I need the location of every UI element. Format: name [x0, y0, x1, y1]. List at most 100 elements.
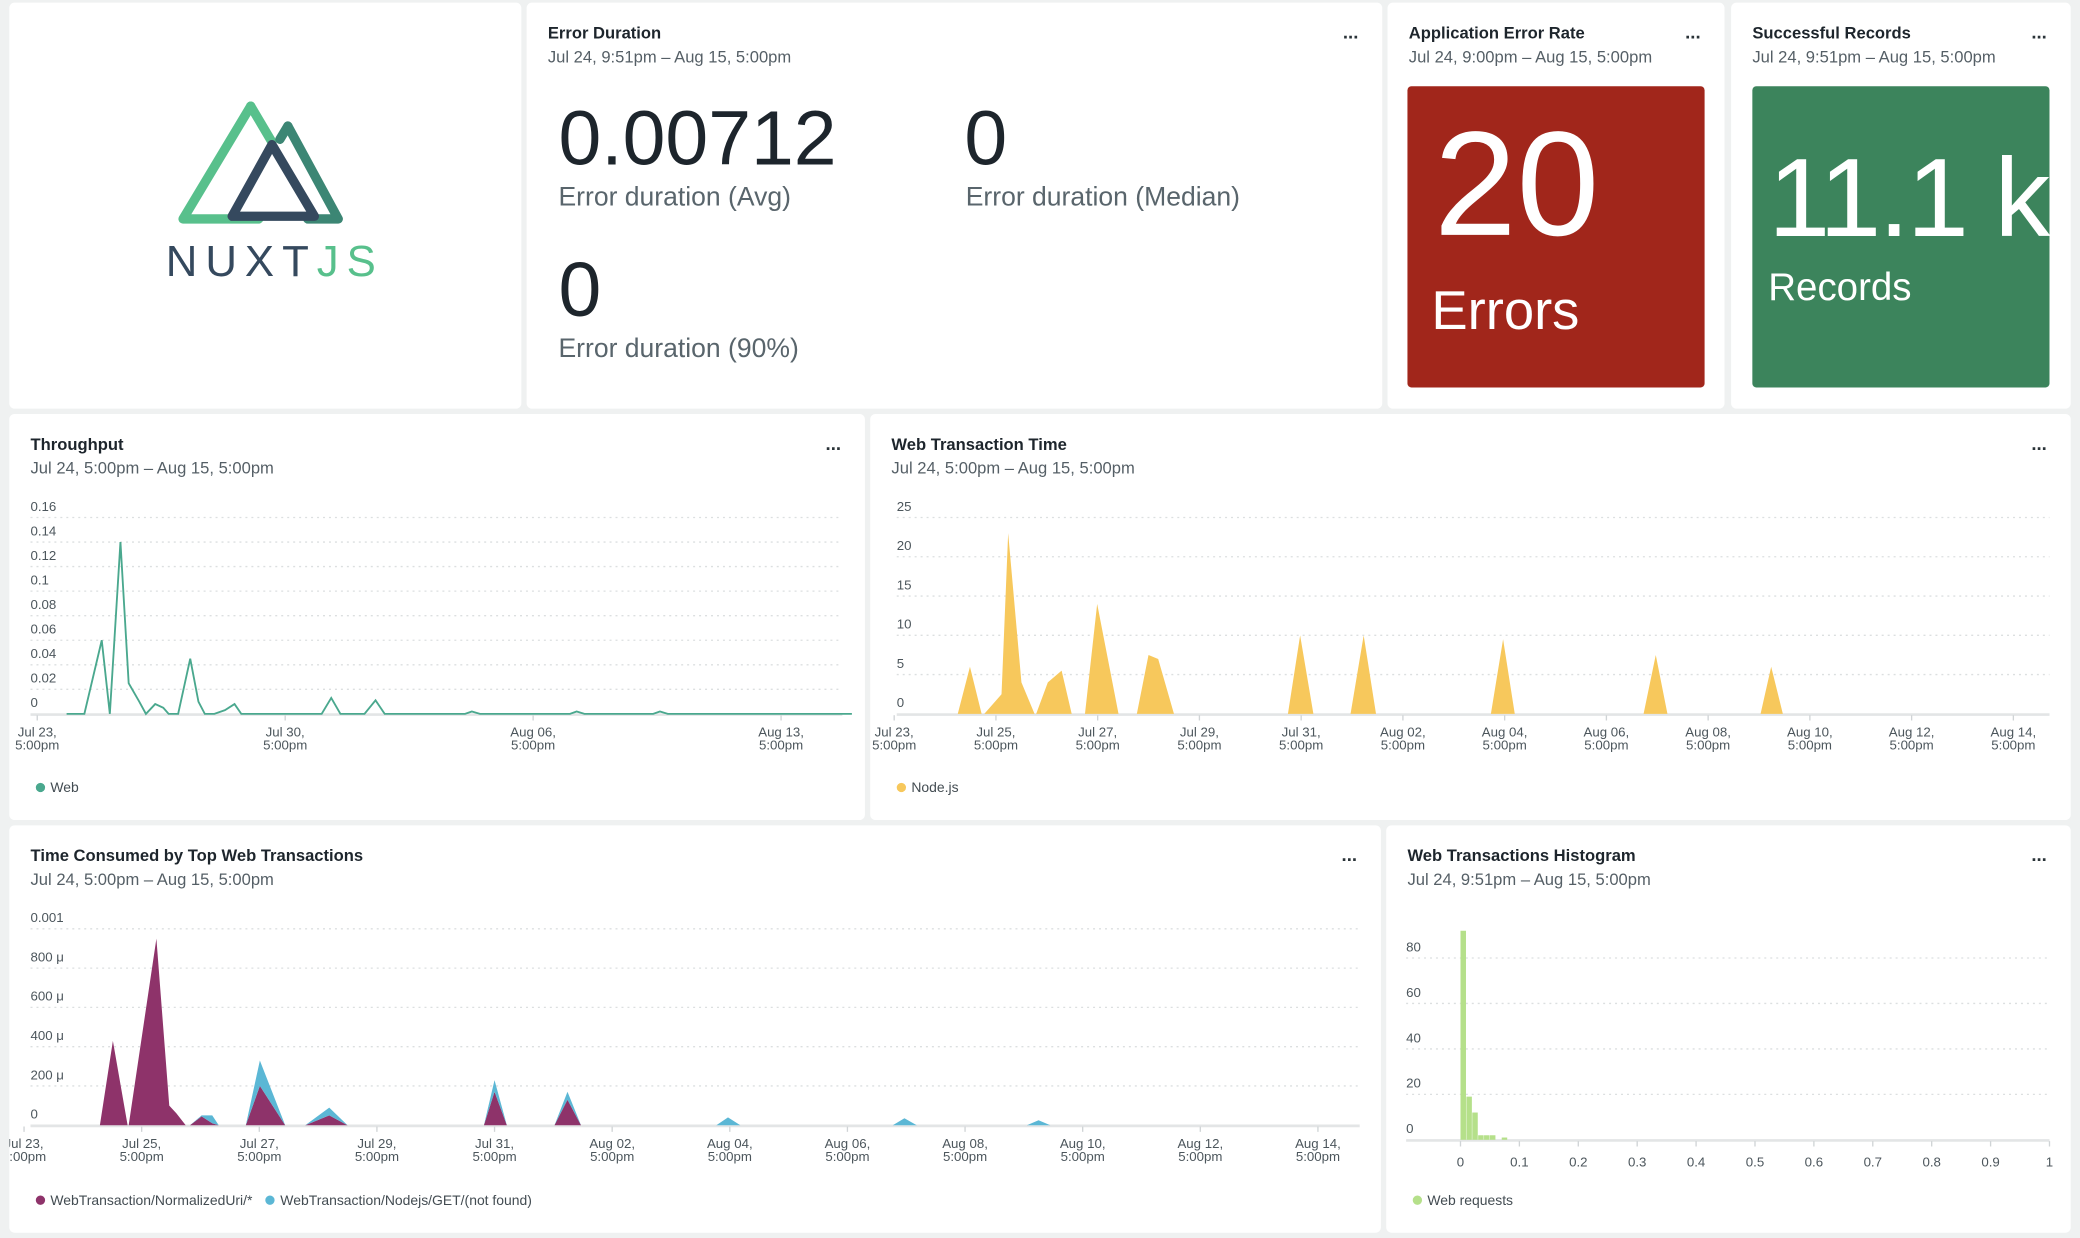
x-tick-label: 0.3 [1628, 1154, 1646, 1169]
x-tick-label: 5:00pm [1061, 1149, 1105, 1164]
legend-item[interactable]: WebTransaction/Nodejs/GET/(not found) [265, 1192, 532, 1209]
more-options-button[interactable]: ... [1343, 21, 1358, 42]
legend-item[interactable]: Web [35, 780, 79, 797]
p90-value: 0 [558, 246, 602, 334]
card-title: Successful Records [1752, 23, 1911, 43]
x-tick-label: 0.1 [1510, 1154, 1528, 1169]
x-tick-label: 5:00pm [237, 1149, 281, 1164]
legend-dot-icon [265, 1195, 276, 1205]
x-tick-label: 0.6 [1805, 1154, 1823, 1169]
chart-legend: Node.js [896, 780, 959, 796]
x-tick-label: 5:00pm [355, 1149, 399, 1164]
error-count-value: 20 [1433, 100, 1600, 267]
histogram-card: Web Transactions Histogram Jul 24, 9:51pm… [1386, 825, 2071, 1233]
chart-plot: 0200 μ400 μ600 μ800 μ0.001Jul 23,5:00pmJ… [9, 910, 1360, 1164]
legend-dot-icon [35, 1195, 46, 1205]
legend-item[interactable]: WebTransaction/NormalizedUri/* [35, 1192, 253, 1209]
time-consumed-card: Time Consumed by Top Web Transactions Jul… [9, 825, 1381, 1233]
series-area[interactable] [99, 938, 1051, 1126]
throughput-card: Throughput Jul 24, 5:00pm – Aug 15, 5:00p… [9, 413, 865, 821]
x-tick-label: 5:00pm [974, 738, 1018, 753]
y-tick-label: 0 [31, 1107, 38, 1122]
chart-plot: 0510152025Jul 23,5:00pmJul 25,5:00pmJul … [872, 499, 2050, 753]
x-tick-label: 0.2 [1569, 1154, 1587, 1169]
card-title: Error Duration [547, 23, 662, 43]
records-billboard: 11.1 k Records [1752, 86, 2050, 388]
x-tick-label: 5:00pm [1381, 738, 1425, 753]
legend-label: WebTransaction/NormalizedUri/* [50, 1192, 253, 1209]
nuxtjs-logo-icon: NUXTJS [166, 101, 376, 286]
y-tick-label: 0.08 [31, 597, 57, 612]
chart-plot: 00.020.040.060.080.10.120.140.16Jul 23,5… [15, 499, 852, 753]
series-area[interactable] [99, 938, 1051, 1126]
x-tick-label: 5:00pm [15, 738, 59, 753]
chart-legend: WebTransaction/NormalizedUri/* WebTransac… [35, 1192, 532, 1209]
x-tick-label: 5:00pm [943, 1149, 987, 1164]
y-tick-label: 0.1 [31, 572, 49, 587]
y-tick-label: 40 [1406, 1030, 1421, 1045]
histogram-bar[interactable] [1466, 1096, 1472, 1140]
y-tick-label: 25 [897, 499, 912, 514]
x-tick-label: 5:00pm [1890, 738, 1934, 753]
x-tick-label: 5:00pm [1483, 738, 1527, 753]
x-tick-label: 5:00pm [9, 1149, 46, 1164]
legend-item[interactable]: Web requests [1412, 1192, 1514, 1209]
error-duration-card: Error Duration Jul 24, 9:51pm – Aug 15, … [526, 2, 1383, 409]
histogram-bar[interactable] [1472, 1112, 1478, 1140]
x-tick-label: 5:00pm [511, 738, 555, 753]
chart-legend: Web requests [1412, 1192, 1514, 1209]
x-tick-label: 5:00pm [759, 738, 803, 753]
x-tick-label: 5:00pm [1991, 738, 2035, 753]
avg-label: Error duration (Avg) [558, 183, 791, 213]
histogram-bar[interactable] [1478, 1135, 1484, 1140]
legend-dot-icon [1412, 1195, 1423, 1205]
histogram-bar[interactable] [1501, 1137, 1508, 1140]
y-tick-label: 5 [897, 656, 904, 671]
y-tick-label: 0.04 [31, 646, 57, 661]
y-tick-label: 20 [1406, 1076, 1421, 1091]
legend-item[interactable]: Node.js [896, 780, 959, 796]
x-tick-label: 5:00pm [472, 1149, 516, 1164]
card-time-range: Jul 24, 9:51pm – Aug 15, 5:00pm [547, 47, 792, 67]
legend-label: Web requests [1427, 1192, 1514, 1209]
y-tick-label: 15 [897, 577, 912, 592]
x-tick-label: 5:00pm [1177, 738, 1221, 753]
y-tick-label: 80 [1406, 939, 1421, 954]
x-tick-label: 0.4 [1687, 1154, 1705, 1169]
histogram-bar[interactable] [1460, 930, 1466, 1140]
x-tick-label: 5:00pm [1686, 738, 1730, 753]
legend-label: WebTransaction/Nodejs/GET/(not found) [280, 1192, 532, 1209]
y-tick-label: 0.16 [31, 499, 57, 514]
x-tick-label: 0.7 [1864, 1154, 1882, 1169]
p90-label: Error duration (90%) [558, 334, 799, 364]
y-tick-label: 0.12 [31, 548, 57, 563]
x-tick-label: 5:00pm [1788, 738, 1832, 753]
x-tick-label: 0.9 [1981, 1154, 1999, 1169]
x-tick-label: 5:00pm [1279, 738, 1323, 753]
series-area[interactable] [957, 533, 1783, 714]
card-time-range: Jul 24, 9:00pm – Aug 15, 5:00pm [1408, 47, 1653, 67]
legend-label: Web [50, 780, 79, 797]
y-tick-label: 200 μ [31, 1067, 64, 1082]
more-options-button[interactable]: ... [2031, 21, 2046, 42]
y-tick-label: 0 [897, 695, 904, 710]
error-count-billboard: 20 Errors [1407, 86, 1705, 388]
series-line[interactable] [66, 541, 852, 716]
x-tick-label: 0.8 [1922, 1154, 1940, 1169]
card-title: Application Error Rate [1408, 23, 1585, 43]
more-options-button[interactable]: ... [1685, 21, 1700, 42]
logo-card: NUXTJS [9, 2, 522, 409]
x-tick-label: 5:00pm [1076, 738, 1120, 753]
y-tick-label: 0 [31, 695, 38, 710]
y-tick-label: 400 μ [31, 1028, 64, 1043]
x-tick-label: 5:00pm [120, 1149, 164, 1164]
avg-value: 0.00712 [558, 95, 837, 182]
y-tick-label: 60 [1406, 985, 1421, 1000]
histogram-bar[interactable] [1484, 1135, 1490, 1140]
histogram-bar[interactable] [1489, 1135, 1496, 1140]
x-tick-label: 5:00pm [1296, 1149, 1340, 1164]
chart-legend: Web [35, 780, 79, 797]
y-tick-label: 600 μ [31, 989, 64, 1004]
x-tick-label: 5:00pm [1584, 738, 1628, 753]
records-label: Records [1768, 266, 1912, 310]
